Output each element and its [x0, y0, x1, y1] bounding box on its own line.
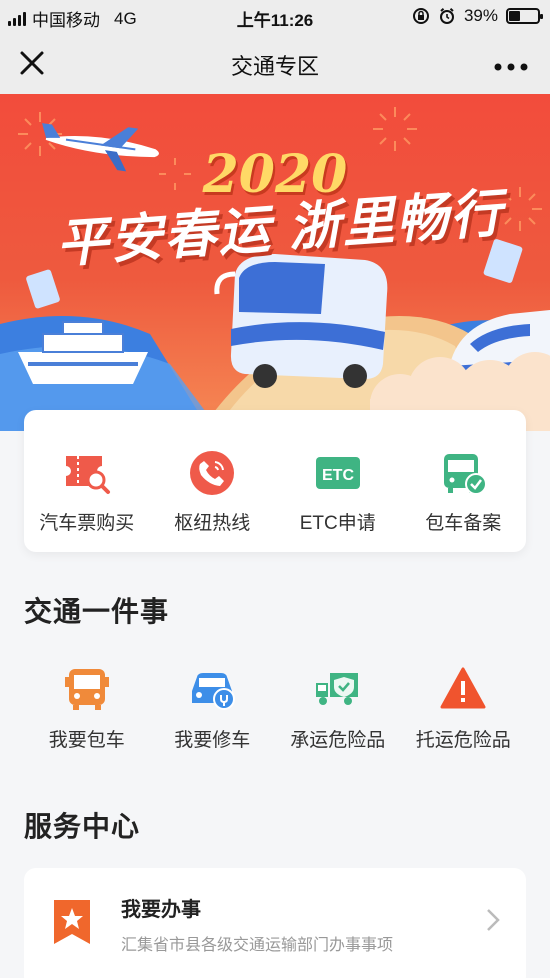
battery-icon: [506, 8, 543, 24]
matter-label: 托运危险品: [415, 730, 511, 751]
rotation-lock-icon: [412, 8, 429, 24]
warning-icon: [440, 667, 486, 709]
bookmark-star-icon: [54, 900, 90, 944]
status-right: 39%: [412, 6, 543, 26]
bus-icon: [214, 254, 388, 388]
car-repair-button[interactable]: 我要修车: [150, 665, 276, 752]
status-bar: 中国移动 4G 上午11:26 39%: [0, 0, 550, 32]
service-item-desc: 汇集省市县各级交通运输部门办事事项: [121, 937, 394, 954]
charter-bus-check-icon: [444, 454, 488, 495]
chevron-right-icon: [486, 906, 500, 940]
truck-shield-icon: [315, 673, 358, 705]
bus-ticket-purchase-button[interactable]: 汽车票购买: [24, 410, 150, 552]
section-title-service: 服务中心: [24, 811, 141, 842]
charter-bus-button[interactable]: 我要包车: [24, 665, 150, 752]
quick-service-label: 包车备案: [425, 513, 502, 534]
battery-percent: 39%: [463, 6, 498, 25]
phone-icon: [190, 451, 235, 495]
battery-fill: [509, 11, 520, 21]
quick-services-card: 汽车票购买 枢纽热线 ETC ETC申请 包车备案: [24, 410, 526, 552]
more-icon[interactable]: [488, 45, 528, 81]
matter-label: 我要修车: [174, 730, 251, 751]
page-title: 交通专区: [230, 54, 319, 79]
service-item-title: 我要办事: [121, 899, 201, 921]
etc-application-button[interactable]: ETC ETC申请: [275, 410, 401, 552]
charter-filing-button[interactable]: 包车备案: [401, 410, 527, 552]
quick-service-label: 汽车票购买: [39, 513, 135, 534]
car-repair-icon: [192, 673, 236, 710]
service-item-handle-affairs[interactable]: 我要办事 汇集省市县各级交通运输部门办事事项: [24, 868, 526, 978]
nav-bar: 交通专区: [0, 32, 550, 94]
etc-icon: ETC: [315, 457, 360, 489]
bus-front-icon: [64, 669, 109, 710]
quick-service-label: 枢纽热线: [174, 513, 251, 534]
alarm-icon: [439, 8, 454, 24]
section-title-matters: 交通一件事: [24, 596, 170, 627]
svg-text:ETC: ETC: [322, 467, 354, 484]
matter-label: 我要包车: [48, 730, 125, 751]
consign-dangerous-goods-button[interactable]: 托运危险品: [401, 665, 527, 752]
spring-festival-banner[interactable]: 2020 平安春运 浙里畅行: [0, 94, 550, 431]
quick-service-label: ETC申请: [299, 513, 376, 534]
bus-ticket-icon: [65, 456, 110, 494]
hub-hotline-button[interactable]: 枢纽热线: [150, 410, 276, 552]
carry-dangerous-goods-button[interactable]: 承运危险品: [275, 665, 401, 752]
matters-grid: 我要包车 我要修车 承运危险品 托运危险品: [24, 665, 526, 752]
matter-label: 承运危险品: [290, 730, 386, 751]
